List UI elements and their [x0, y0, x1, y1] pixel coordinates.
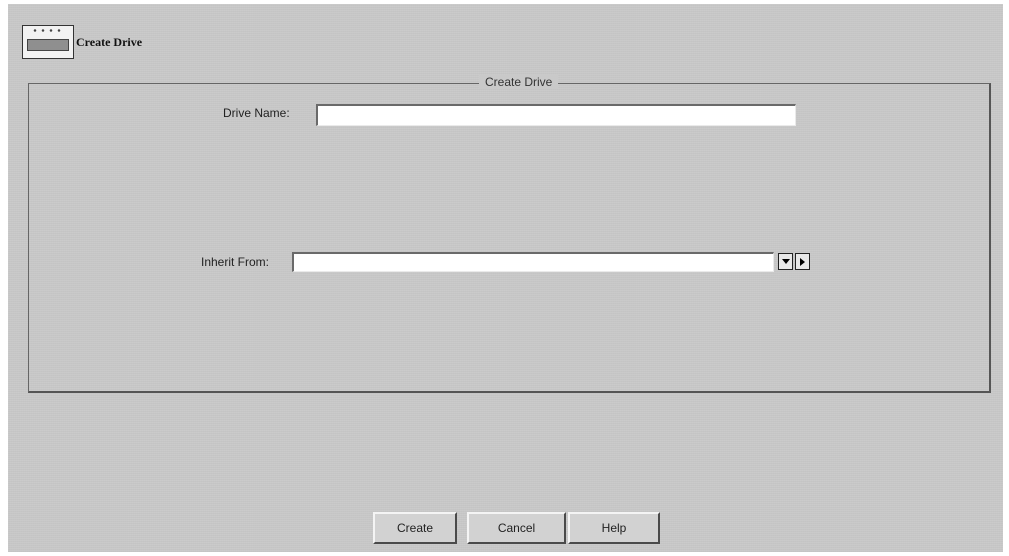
inherit-from-browse-button[interactable]: [795, 253, 810, 270]
create-button[interactable]: Create: [373, 512, 457, 544]
arrow-right-icon: [800, 257, 805, 266]
help-button[interactable]: Help: [568, 512, 660, 544]
chevron-down-icon: [781, 259, 790, 264]
drive-icon: [22, 25, 74, 59]
drive-icon-bay: [27, 39, 69, 51]
drive-icon-dots: [31, 29, 65, 32]
drive-name-label: Drive Name:: [223, 106, 290, 120]
header: Create Drive: [22, 24, 142, 60]
create-drive-group: Create Drive Drive Name: Inherit From:: [28, 75, 991, 393]
drive-name-input[interactable]: [316, 104, 796, 126]
page-title: Create Drive: [76, 34, 143, 49]
create-drive-window: Create Drive Create Drive Drive Name: In…: [8, 4, 1003, 552]
inherit-from-select[interactable]: [292, 252, 774, 272]
inherit-from-dropdown-button[interactable]: [778, 253, 793, 270]
group-legend: Create Drive: [479, 75, 559, 89]
inherit-from-label: Inherit From:: [201, 255, 270, 269]
cancel-button[interactable]: Cancel: [467, 512, 566, 544]
